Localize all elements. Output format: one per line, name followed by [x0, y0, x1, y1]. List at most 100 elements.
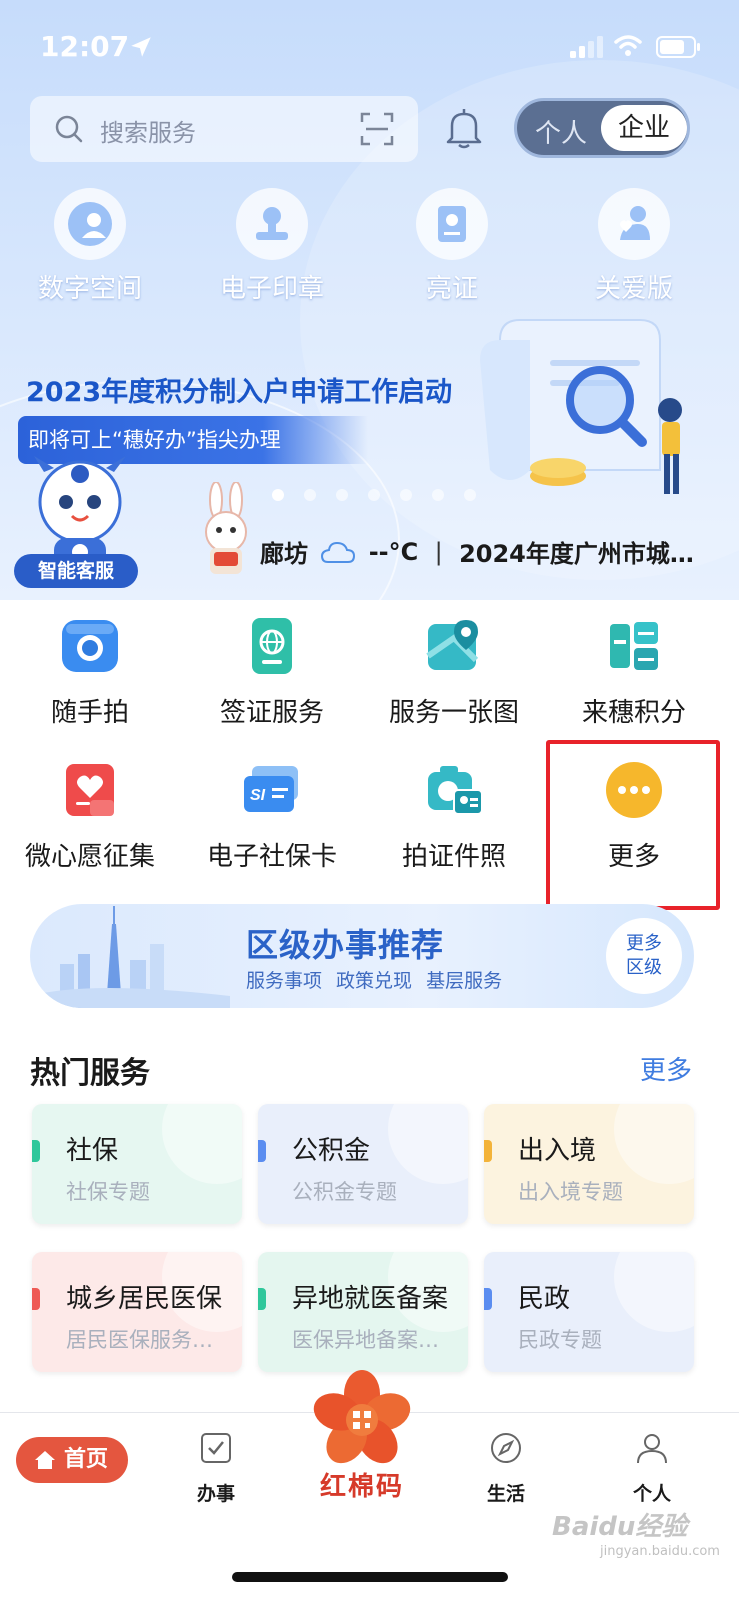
quick-action-digital-space[interactable]: 数字空间: [20, 188, 160, 305]
kapok-flower-code-icon[interactable]: [310, 1368, 414, 1468]
hot-services-more-link[interactable]: 更多: [640, 1050, 692, 1087]
certificate-icon: [416, 188, 488, 260]
checkbox-icon: [201, 1433, 231, 1463]
service-label: 随手拍: [50, 698, 129, 728]
quick-action-label: 数字空间: [37, 274, 142, 304]
district-title: 区级办事推荐: [246, 926, 445, 964]
home-indicator[interactable]: [232, 1572, 508, 1582]
social-card-icon: SI: [242, 760, 302, 820]
status-time: 12:07: [40, 30, 130, 63]
card-title: 社保: [66, 1136, 119, 1166]
service-label: 来穗积分: [581, 698, 686, 728]
care-icon: [598, 188, 670, 260]
hot-service-card-housing-fund[interactable]: 公积金 公积金专题: [258, 1104, 468, 1224]
card-subtitle: 居民医保服务…: [66, 1328, 213, 1352]
svg-text:SI: SI: [250, 787, 266, 804]
status-bar: 12:07: [0, 0, 739, 90]
service-visa[interactable]: 签证服务: [182, 616, 362, 729]
service-label: 电子社保卡: [206, 842, 337, 872]
pagination-dot[interactable]: [272, 489, 284, 501]
service-id-photo[interactable]: 拍证件照: [364, 760, 544, 873]
pagination-dot[interactable]: [432, 489, 444, 501]
hot-services-title: 热门服务: [30, 1056, 150, 1091]
pagination-dot[interactable]: [304, 489, 316, 501]
service-sui-points[interactable]: 来穗积分: [544, 616, 724, 729]
quick-action-show-certificate[interactable]: 亮证: [382, 188, 522, 305]
more-district-button[interactable]: 更多 区级: [606, 918, 682, 994]
card-accent-bar: [258, 1140, 266, 1162]
tab-center-label[interactable]: 红棉码: [318, 1466, 406, 1503]
highlight-annotation-box: [546, 740, 720, 910]
hot-service-card-remote-medical[interactable]: 异地就医备案 医保异地备案…: [258, 1252, 468, 1372]
more-district-line2: 区级: [626, 957, 662, 978]
card-subtitle: 公积金专题: [292, 1180, 397, 1204]
visa-icon: [242, 616, 302, 676]
service-label: 拍证件照: [401, 842, 506, 872]
compass-icon: [491, 1433, 521, 1463]
card-decoration: [614, 1252, 694, 1332]
service-map[interactable]: 服务一张图: [364, 616, 544, 729]
toggle-option-person[interactable]: 个人: [535, 113, 587, 150]
location-arrow-icon: [131, 37, 151, 57]
camera-icon: [60, 616, 120, 676]
smart-assistant-button[interactable]: 智能客服: [14, 554, 138, 588]
card-accent-bar: [484, 1288, 492, 1310]
digital-space-icon: [54, 188, 126, 260]
tab-home-label: 首页: [64, 1447, 109, 1472]
home-icon: [35, 1451, 55, 1469]
banner-title[interactable]: 2023年度积分制入户申请工作启动: [26, 370, 452, 409]
card-title: 公积金: [292, 1136, 371, 1166]
id-photo-icon: [424, 760, 484, 820]
service-social-card[interactable]: SI 电子社保卡: [182, 760, 362, 873]
card-title: 城乡居民医保: [66, 1284, 223, 1314]
hot-service-card-civil-affairs[interactable]: 民政 民政专题: [484, 1252, 694, 1372]
hot-service-card-social-security[interactable]: 社保 社保专题: [32, 1104, 242, 1224]
card-accent-bar: [484, 1140, 492, 1162]
tab-life[interactable]: 生活: [466, 1431, 546, 1506]
card-accent-bar: [258, 1288, 266, 1310]
pagination-dot[interactable]: [464, 489, 476, 501]
hot-service-card-resident-insurance[interactable]: 城乡居民医保 居民医保服务…: [32, 1252, 242, 1372]
city-skyline-illustration: [30, 906, 230, 1008]
search-bar[interactable]: 搜索服务: [30, 96, 418, 162]
card-title: 民政: [518, 1284, 571, 1314]
district-recommendation-banner[interactable]: 区级办事推荐 服务事项 政策兑现 基层服务 更多 区级: [30, 904, 694, 1008]
quick-action-e-seal[interactable]: 电子印章: [202, 188, 342, 305]
notification-bell-icon[interactable]: [444, 106, 484, 150]
cellular-signal-icon: [570, 36, 603, 58]
service-label: 服务一张图: [388, 698, 519, 728]
user-icon: [637, 1434, 667, 1464]
hot-service-card-immigration[interactable]: 出入境 出入境专题: [484, 1104, 694, 1224]
tab-tasks[interactable]: 办事: [176, 1431, 256, 1506]
weather-news-strip[interactable]: 廊坊 --°C | 2024年度广州市城…: [260, 534, 730, 574]
card-subtitle: 民政专题: [518, 1328, 602, 1352]
quick-action-care-mode[interactable]: 关爱版: [564, 188, 704, 305]
pagination-dot[interactable]: [336, 489, 348, 501]
cloud-icon: [321, 541, 356, 563]
strip-separator: |: [434, 537, 443, 566]
card-title: 异地就医备案: [292, 1284, 449, 1314]
heart-wish-icon: [60, 760, 120, 820]
map-icon: [424, 616, 484, 676]
banner-pagination: [272, 486, 496, 501]
card-subtitle: 社保专题: [66, 1180, 150, 1204]
pagination-dot[interactable]: [400, 489, 412, 501]
card-decoration: [614, 1104, 694, 1184]
baidu-watermark: Baidu经验: [552, 1512, 688, 1542]
account-type-toggle[interactable]: 个人 企业: [514, 98, 690, 158]
tab-tasks-label: 办事: [196, 1483, 235, 1505]
scan-icon[interactable]: [360, 112, 394, 146]
tab-personal[interactable]: 个人: [612, 1431, 692, 1506]
card-accent-bar: [32, 1288, 40, 1310]
service-micro-wish[interactable]: 微心愿征集: [0, 760, 180, 873]
news-ticker[interactable]: 2024年度广州市城…: [459, 534, 694, 569]
service-label: 签证服务: [219, 698, 324, 728]
pagination-dot[interactable]: [368, 489, 380, 501]
sui-points-icon: [604, 616, 664, 676]
document-magnifier-illustration: [480, 319, 682, 494]
baidu-watermark-url: jingyan.baidu.com: [600, 1544, 720, 1559]
service-snap-report[interactable]: 随手拍: [0, 616, 180, 729]
toggle-option-enterprise[interactable]: 企业: [601, 105, 687, 151]
rabbit-mascot-icon: [205, 482, 247, 574]
tab-home[interactable]: 首页: [16, 1437, 128, 1483]
